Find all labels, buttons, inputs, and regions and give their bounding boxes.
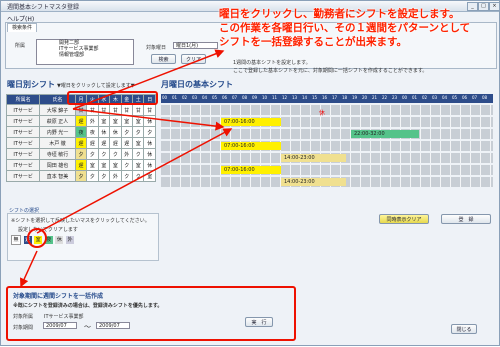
arrow-line [36,128,233,234]
annotation-arrows [20,49,233,288]
arrow-line [20,250,38,288]
main-window: 週間基本シフトマスタ登録 _ □ × ヘルプ(H) 検索条件 所属 開発二部 I… [0,0,500,346]
arrow-line [72,108,225,131]
arrow-line [72,49,225,110]
